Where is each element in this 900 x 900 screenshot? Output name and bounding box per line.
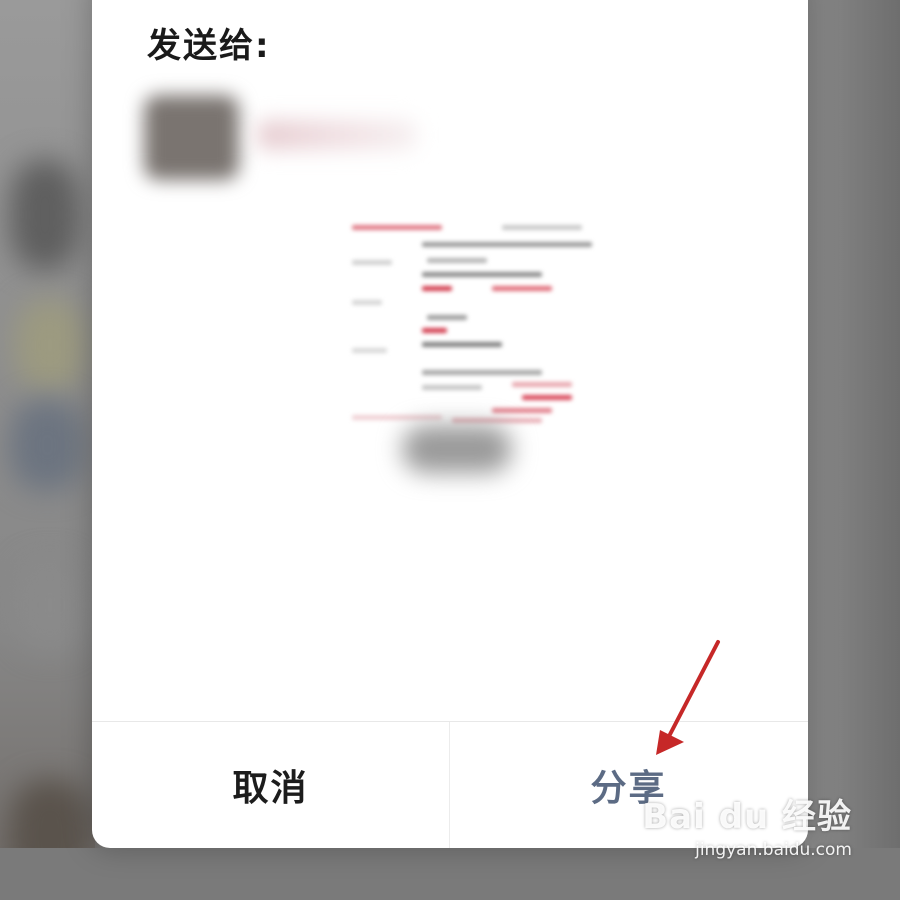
preview-line — [422, 328, 447, 333]
background-app-right — [805, 0, 900, 900]
preview-line — [422, 272, 542, 277]
preview-line — [422, 286, 452, 291]
preview-line — [452, 418, 542, 423]
preview-line — [422, 242, 592, 247]
baidu-watermark: Bai du 经验 jingyan.baidu.com — [642, 789, 852, 860]
background-blur — [15, 300, 85, 390]
preview-line — [427, 258, 487, 263]
preview-line — [422, 342, 502, 347]
preview-line — [352, 300, 382, 305]
share-dialog: 发送给: 取消 分享 — [92, 0, 808, 848]
preview-line — [512, 382, 572, 387]
preview-shadow — [402, 425, 512, 473]
preview-line — [492, 286, 552, 291]
cancel-button[interactable]: 取消 — [92, 722, 449, 848]
watermark-logo: Bai du 经验 — [642, 797, 852, 837]
recipient-avatar[interactable] — [144, 95, 239, 180]
preview-line — [352, 225, 442, 230]
preview-line — [522, 395, 572, 400]
preview-line — [502, 225, 582, 230]
preview-line — [422, 385, 482, 390]
preview-line — [427, 315, 467, 320]
preview-line — [352, 415, 442, 420]
recipient-name — [257, 120, 417, 150]
background-blur — [10, 400, 85, 490]
dialog-title: 发送给: — [147, 26, 271, 66]
preview-line — [352, 348, 387, 353]
preview-line — [492, 408, 552, 413]
background-blur — [10, 160, 80, 270]
screen: 发送给: 取消 分享 Bai du 经验 jingyan.baidu.com — [0, 0, 900, 900]
watermark-url: jingyan.baidu.com — [695, 840, 852, 860]
background-blur — [15, 560, 85, 650]
preview-line — [422, 370, 542, 375]
preview-line — [352, 260, 392, 265]
